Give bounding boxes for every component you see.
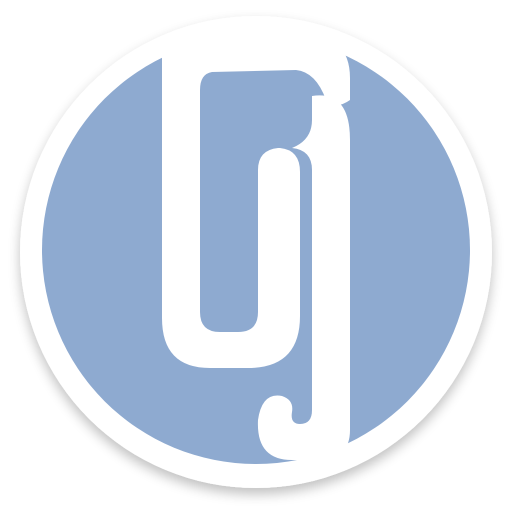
- app-icon: [0, 0, 512, 512]
- logo-icon: [20, 16, 492, 488]
- badge-fill: [42, 36, 470, 464]
